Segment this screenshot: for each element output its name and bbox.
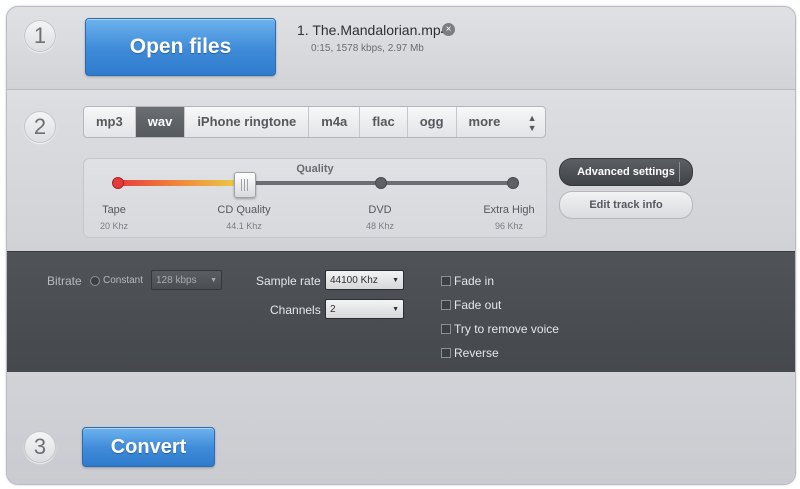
- bitrate-select[interactable]: 128 kbps ▼: [151, 270, 222, 290]
- quality-stop-dvd[interactable]: [375, 177, 387, 189]
- format-flac[interactable]: flac: [360, 107, 408, 137]
- quality-track-fill: [117, 180, 245, 186]
- reverse-label: Reverse: [454, 346, 499, 360]
- sample-rate-select[interactable]: 44100 Khz ▼: [325, 270, 404, 290]
- quality-title: Quality: [296, 163, 334, 175]
- updown-arrows-icon: ▲ ▼: [527, 113, 537, 133]
- bitrate-value: 128 kbps: [156, 275, 197, 286]
- fade-out-label: Fade out: [454, 298, 502, 312]
- format-wav[interactable]: wav: [135, 107, 186, 137]
- quality-level-sub: 96 Khz: [494, 221, 524, 231]
- quality-level-sub: 48 Khz: [365, 221, 395, 231]
- format-more-label: more: [468, 114, 501, 129]
- open-files-button[interactable]: Open files: [85, 18, 276, 76]
- step-1-badge: 1: [24, 20, 56, 52]
- quality-slider-panel: Quality Tape 20 Khz CD Quality 44.1 Khz …: [83, 158, 547, 238]
- format-selector: mp3 wav iPhone ringtone m4a flac ogg mor…: [83, 106, 546, 138]
- format-ogg[interactable]: ogg: [408, 107, 457, 137]
- format-more[interactable]: more ▲ ▼: [457, 107, 545, 137]
- quality-level-label: DVD: [368, 204, 392, 216]
- remove-voice-label: Try to remove voice: [454, 322, 559, 336]
- step-2-badge: 2: [24, 111, 56, 143]
- constant-label: Constant: [103, 275, 144, 286]
- advanced-settings-label: Advanced settings: [577, 166, 675, 178]
- file-meta: 0:15, 1578 kbps, 2.97 Mb: [311, 43, 424, 54]
- quality-level-label: Tape: [102, 204, 126, 216]
- fade-out-checkbox[interactable]: [441, 300, 451, 310]
- bitrate-label: Bitrate: [47, 274, 82, 288]
- fade-in-label: Fade in: [454, 274, 495, 288]
- quality-stop-tape[interactable]: [112, 177, 124, 189]
- sample-rate-value: 44100 Khz: [330, 275, 378, 286]
- constant-radio[interactable]: [90, 276, 100, 286]
- step-3-badge: 3: [24, 431, 56, 463]
- quality-level-label: Extra High: [483, 204, 535, 216]
- quality-stop-extra-high[interactable]: [507, 177, 519, 189]
- pill-divider: [679, 162, 680, 182]
- format-iphone-ringtone[interactable]: iPhone ringtone: [185, 107, 310, 137]
- advanced-settings-button[interactable]: Advanced settings: [559, 158, 693, 186]
- remove-file-icon[interactable]: ×: [442, 23, 455, 36]
- chevron-down-icon: ▼: [392, 277, 399, 284]
- format-mp3[interactable]: mp3: [84, 107, 136, 137]
- reverse-checkbox[interactable]: [441, 348, 451, 358]
- edit-track-info-button[interactable]: Edit track info: [559, 191, 693, 219]
- file-name: 1. The.Mandalorian.mp4: [297, 22, 449, 38]
- app-frame: 1 Open files 1. The.Mandalorian.mp4 × 0:…: [6, 6, 796, 485]
- format-m4a[interactable]: m4a: [309, 107, 361, 137]
- advanced-settings-panel: Bitrate Constant 128 kbps ▼ Sample rate …: [7, 251, 795, 373]
- quality-level-sub: 44.1 Khz: [226, 221, 262, 231]
- quality-level-label: CD Quality: [217, 204, 271, 216]
- step3-section: 3 Convert: [7, 372, 795, 484]
- sample-rate-label: Sample rate: [256, 274, 321, 288]
- convert-button[interactable]: Convert: [82, 427, 215, 467]
- fade-in-checkbox[interactable]: [441, 276, 451, 286]
- chevron-down-icon: ▼: [210, 277, 217, 284]
- channels-select[interactable]: 2 ▼: [325, 299, 404, 319]
- channels-label: Channels: [270, 303, 321, 317]
- channels-value: 2: [330, 304, 336, 315]
- step1-section: 1 Open files 1. The.Mandalorian.mp4 × 0:…: [7, 7, 795, 90]
- quality-level-sub: 20 Khz: [99, 221, 129, 231]
- chevron-down-icon: ▼: [392, 306, 399, 313]
- quality-slider-thumb[interactable]: [234, 172, 256, 198]
- remove-voice-checkbox[interactable]: [441, 324, 451, 334]
